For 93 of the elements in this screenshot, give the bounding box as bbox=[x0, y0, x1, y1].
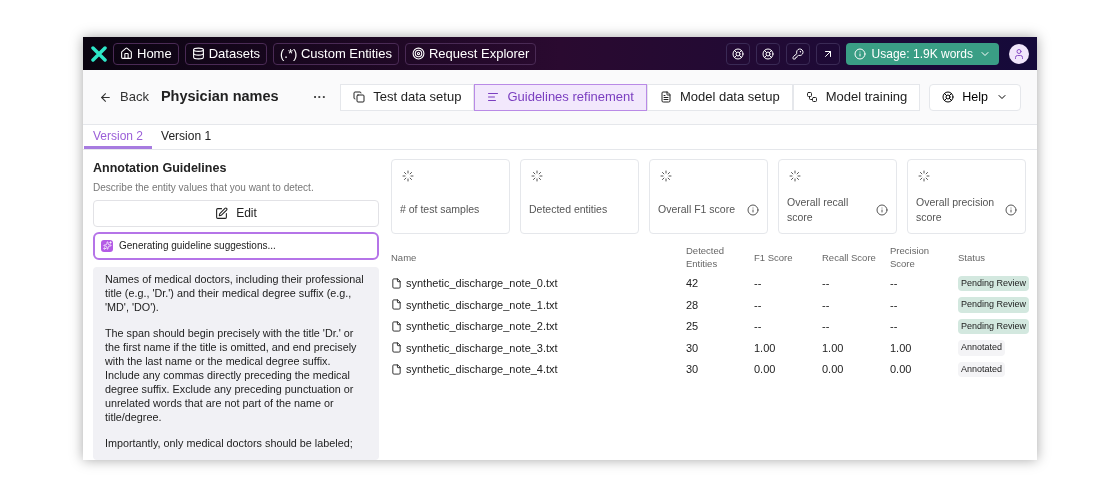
guideline-paragraph: Names of medical doctors, including their professional title (e.g., 'Dr.') and their medical degree suffix (e.g., 'MD', 'DO'). bbox=[105, 271, 365, 314]
metric-label: Overall precision score bbox=[916, 194, 996, 225]
status-badge: Pending Review bbox=[958, 318, 1030, 334]
status-badge: Annotated bbox=[958, 361, 1006, 377]
home-icon bbox=[120, 47, 133, 60]
step-tab[interactable]: Guidelines refinement bbox=[474, 83, 647, 111]
back-button[interactable]: Back bbox=[99, 87, 149, 107]
file-name-cell: synthetic_discharge_note_0.txt bbox=[391, 275, 686, 292]
table-cell-text: 1.00 bbox=[890, 340, 913, 356]
table-cell-text: 0.00 bbox=[754, 362, 777, 377]
lines-icon bbox=[487, 91, 500, 103]
version-tab[interactable]: Version 1 bbox=[152, 125, 221, 149]
loading-spinner-icon bbox=[402, 170, 414, 182]
file-name-cell: synthetic_discharge_note_3.txt bbox=[391, 339, 686, 356]
column-header: Detected Entities bbox=[686, 244, 726, 270]
loading-spinner-icon bbox=[918, 170, 930, 182]
guideline-paragraph: The span should begin precisely with the title 'Dr.' or the first name if the title is omitted, and end precisely with the last name or the medical degree suffix. Include any commas directly preceding the medical degree suffix. Exclude any preceding punctuation or unrelated words that are not part of the name or title/degree. bbox=[105, 325, 358, 424]
column-header: Recall Score bbox=[822, 250, 877, 264]
nav-button[interactable]: Datasets bbox=[184, 42, 267, 65]
avatar[interactable] bbox=[1009, 43, 1029, 64]
table-cell-text: 42 bbox=[686, 276, 700, 291]
nav-button[interactable]: (.*) Custom Entities bbox=[273, 42, 399, 65]
metric-label: Overall recall score bbox=[787, 194, 850, 225]
help-button[interactable] bbox=[755, 42, 780, 65]
table-cell-text: 30 bbox=[686, 362, 700, 377]
guideline-paragraph: Importantly, only medical doctors should be labeled; bbox=[105, 435, 354, 450]
column-header: Status bbox=[958, 250, 986, 264]
metric-label: Detected entities bbox=[529, 202, 609, 217]
external-link-button[interactable] bbox=[815, 42, 840, 65]
more-button[interactable]: ··· bbox=[313, 87, 327, 107]
document-icon bbox=[659, 91, 672, 103]
step-tab[interactable]: Model training bbox=[792, 83, 921, 111]
file-icon bbox=[391, 277, 402, 289]
edit-icon bbox=[215, 206, 229, 220]
table-cell-text: -- bbox=[822, 276, 831, 291]
table-cell-text: -- bbox=[890, 319, 899, 334]
status-badge: Pending Review bbox=[958, 275, 1030, 291]
loading-spinner-icon bbox=[531, 170, 543, 182]
database-icon bbox=[191, 47, 205, 60]
table-cell-text: 1.00 bbox=[822, 340, 845, 356]
loading-spinner-icon bbox=[789, 170, 801, 182]
table-cell-text: -- bbox=[890, 276, 899, 291]
lifebuoy-icon bbox=[731, 47, 744, 60]
key-button[interactable] bbox=[785, 42, 810, 65]
logo-icon bbox=[91, 45, 107, 62]
metric-label: # of test samples bbox=[400, 202, 481, 217]
info-icon bbox=[853, 47, 866, 60]
metric-label: Overall F1 score bbox=[658, 202, 737, 217]
nav-button[interactable]: Home bbox=[113, 42, 179, 65]
step-tab[interactable]: Test data setup bbox=[340, 83, 475, 111]
column-header: Name bbox=[391, 250, 418, 264]
target-icon bbox=[412, 47, 425, 60]
table-cell-text: 28 bbox=[686, 297, 700, 313]
table-cell-text: 0.00 bbox=[890, 362, 913, 377]
file-icon bbox=[391, 299, 402, 311]
table-cell-text: 0.00 bbox=[822, 362, 845, 377]
edit-button[interactable]: Edit bbox=[93, 199, 379, 227]
file-icon bbox=[391, 342, 402, 354]
table-cell-text: -- bbox=[754, 276, 763, 291]
table-cell-text: -- bbox=[822, 297, 831, 313]
table-cell-text: -- bbox=[890, 297, 899, 313]
version-tab[interactable]: Version 2 bbox=[84, 125, 153, 149]
file-name-cell: synthetic_discharge_note_2.txt bbox=[391, 318, 686, 335]
column-header: F1 Score bbox=[754, 250, 794, 264]
table-cell-text: -- bbox=[754, 297, 763, 313]
status-text: Generating guideline suggestions... bbox=[119, 239, 276, 254]
section-title: Annotation Guidelines bbox=[93, 160, 228, 177]
step-tab[interactable]: Model data setup bbox=[646, 83, 793, 111]
file-icon bbox=[391, 320, 402, 332]
file-icon bbox=[391, 363, 402, 375]
file-name-cell: synthetic_discharge_note_4.txt bbox=[391, 361, 686, 378]
column-header: Precision Score bbox=[890, 244, 931, 270]
table-cell-text: 1.00 bbox=[754, 340, 777, 356]
help-dropdown[interactable]: Help bbox=[929, 83, 1021, 111]
lifebuoy-icon bbox=[761, 47, 774, 60]
table-cell-text: -- bbox=[754, 319, 763, 334]
section-subtitle: Describe the entity values that you want to detect. bbox=[93, 180, 315, 195]
nav-button[interactable]: Request Explorer bbox=[405, 42, 537, 65]
status-badge: Pending Review bbox=[958, 297, 1030, 313]
copy-icon bbox=[353, 91, 366, 103]
key-icon bbox=[791, 47, 804, 60]
flow-icon bbox=[805, 91, 818, 103]
lifebuoy-icon bbox=[942, 91, 955, 103]
table-cell-text: 30 bbox=[686, 340, 700, 356]
loading-spinner-icon bbox=[660, 170, 672, 182]
file-name-cell: synthetic_discharge_note_1.txt bbox=[391, 296, 686, 313]
table-cell-text: 25 bbox=[686, 319, 700, 334]
table-cell-text: -- bbox=[822, 319, 831, 334]
back-arrow-icon bbox=[99, 90, 112, 104]
sparkle-icon bbox=[101, 239, 113, 252]
page-title: Physician names bbox=[160, 87, 279, 107]
status-badge: Annotated bbox=[958, 340, 1006, 356]
help-button[interactable] bbox=[725, 42, 750, 65]
